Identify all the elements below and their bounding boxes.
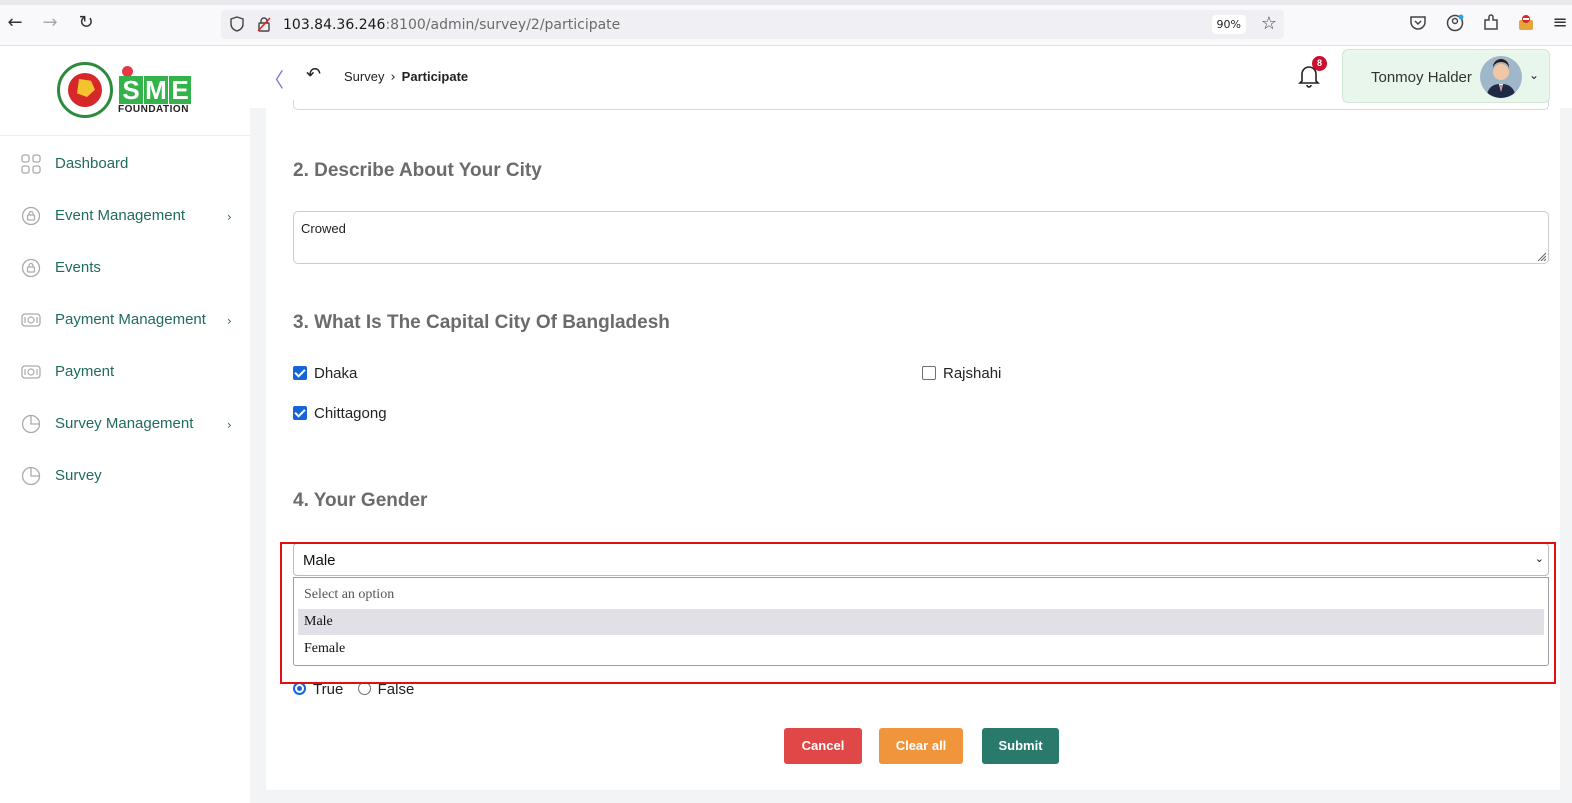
user-name: Tonmoy Halder (1371, 69, 1472, 86)
address-bar[interactable]: 103.84.36.246:8100/admin/survey/2/partic… (221, 10, 1284, 39)
radio-label-false: False (377, 681, 415, 698)
breadcrumb-current: Participate (401, 69, 469, 84)
chevron-down-icon: ⌄ (1534, 552, 1544, 565)
menu-hamburger-icon[interactable]: ≡ (1550, 13, 1570, 33)
option-label: Rajshahi (943, 365, 1002, 382)
forward-arrow-icon[interactable]: → (40, 13, 60, 33)
top-header: 〈 ↶ Survey › Participate 8 Tonmoy Halder ⌄ (250, 46, 1572, 108)
money-icon (21, 365, 41, 379)
tab-strip (0, 0, 1572, 5)
back-arrow-icon[interactable]: ← (5, 13, 25, 33)
pocket-icon[interactable] (1409, 14, 1427, 32)
sidebar-item-survey[interactable]: Survey (0, 455, 250, 507)
lock-icon (21, 206, 41, 226)
resize-grip-icon[interactable] (1536, 251, 1546, 261)
textarea-value: Crowed (301, 221, 346, 236)
breadcrumb-survey[interactable]: Survey (344, 69, 384, 84)
option-label: Chittagong (314, 405, 387, 422)
sidebar-item-dashboard[interactable]: Dashboard (0, 143, 250, 195)
question-3-title: 3. What Is The Capital City Of Banglades… (293, 312, 670, 333)
extensions-icon[interactable] (1482, 14, 1500, 32)
clear-all-button[interactable]: Clear all (879, 728, 963, 764)
radio-unselected[interactable] (357, 682, 371, 695)
pie-icon (21, 414, 41, 434)
cancel-button[interactable]: Cancel (784, 728, 862, 764)
gender-dropdown-list: Select an option Male Female (293, 577, 1549, 666)
url-text: 103.84.36.246:8100/admin/survey/2/partic… (283, 17, 620, 33)
undo-back-icon[interactable]: ↶ (306, 64, 321, 85)
sidebar: S M E FOUNDATION Dashboard Event Managem… (0, 46, 250, 803)
sidebar-item-label: Events (55, 259, 101, 276)
radio-selected[interactable] (293, 682, 306, 695)
dropdown-option-placeholder[interactable]: Select an option (298, 582, 1544, 608)
user-menu[interactable]: Tonmoy Halder ⌄ (1342, 49, 1550, 103)
checkbox-checked[interactable] (293, 406, 307, 420)
insecure-lock-icon[interactable] (256, 16, 272, 32)
dropdown-option-female[interactable]: Female (298, 636, 1544, 662)
question-2-textarea[interactable]: Crowed (293, 211, 1549, 264)
notification-count-badge: 8 (1312, 56, 1327, 71)
money-icon (21, 313, 41, 327)
dropdown-option-male[interactable]: Male (298, 609, 1544, 635)
select-value: Male (303, 552, 336, 569)
sidebar-item-label: Dashboard (55, 155, 129, 172)
reload-icon[interactable]: ↻ (76, 13, 96, 33)
lock-icon (21, 258, 41, 278)
sidebar-item-label: Survey Management (55, 415, 194, 432)
question-4-title: 4. Your Gender (293, 490, 428, 511)
sidebar-item-survey-management[interactable]: Survey Management › (0, 403, 250, 455)
sidebar-menu: Dashboard Event Management › Events Paym… (0, 143, 250, 507)
checkbox-checked[interactable] (293, 366, 307, 380)
browser-toolbar: ← → ↻ 103.84.36.246:8100/admin/survey/2/… (0, 0, 1572, 46)
chevron-right-icon: › (227, 314, 232, 328)
question-2-title: 2. Describe About Your City (293, 160, 542, 181)
logo[interactable]: S M E FOUNDATION (0, 46, 250, 136)
pie-icon (21, 466, 41, 486)
option-label: Dhaka (314, 365, 358, 382)
grid-icon (21, 154, 41, 174)
gender-select[interactable]: Male ⌄ (293, 543, 1549, 576)
url-path: :8100/admin/survey/2/participate (385, 17, 621, 33)
option-chittagong[interactable]: Chittagong (293, 405, 387, 422)
logo-letter-s: S (119, 76, 143, 104)
extension-badge-icon[interactable] (1517, 14, 1535, 32)
logo-subtitle: FOUNDATION (118, 104, 189, 115)
sidebar-item-label: Event Management (55, 207, 186, 224)
account-icon[interactable] (1446, 14, 1464, 32)
chevron-down-icon: ⌄ (1529, 68, 1540, 82)
collapse-sidebar-icon[interactable]: 〈 (264, 64, 284, 93)
submit-button[interactable]: Submit (982, 728, 1059, 764)
logo-letter-m: M (144, 75, 168, 105)
radio-label-true: True (313, 681, 344, 698)
sidebar-item-payment-management[interactable]: Payment Management › (0, 299, 250, 351)
sidebar-item-label: Payment Management (55, 311, 206, 328)
chevron-right-icon: › (227, 418, 232, 432)
sidebar-item-label: Payment (55, 363, 115, 380)
breadcrumb: Survey › Participate (344, 69, 468, 85)
option-dhaka[interactable]: Dhaka (293, 365, 357, 382)
checkbox-unchecked[interactable] (922, 366, 936, 380)
sidebar-item-label: Survey (55, 467, 102, 484)
question-5-radio-group: True False (293, 681, 414, 698)
sidebar-item-event-management[interactable]: Event Management › (0, 195, 250, 247)
breadcrumb-separator-icon: › (390, 70, 396, 85)
zoom-badge[interactable]: 90% (1211, 15, 1246, 34)
option-rajshahi[interactable]: Rajshahi (922, 365, 1001, 382)
previous-answer-field[interactable] (293, 100, 1549, 110)
shield-icon[interactable] (230, 16, 244, 32)
sidebar-item-payment[interactable]: Payment (0, 351, 250, 403)
logo-letter-e: E (169, 76, 191, 104)
bookmark-star-icon[interactable]: ☆ (1261, 13, 1277, 34)
avatar (1480, 56, 1522, 98)
survey-form-card: 2. Describe About Your City Crowed 3. Wh… (258, 100, 1560, 790)
chevron-right-icon: › (227, 210, 232, 224)
sidebar-item-events[interactable]: Events (0, 247, 250, 299)
url-host: 103.84.36.246 (283, 17, 386, 33)
government-seal-icon (57, 62, 113, 118)
